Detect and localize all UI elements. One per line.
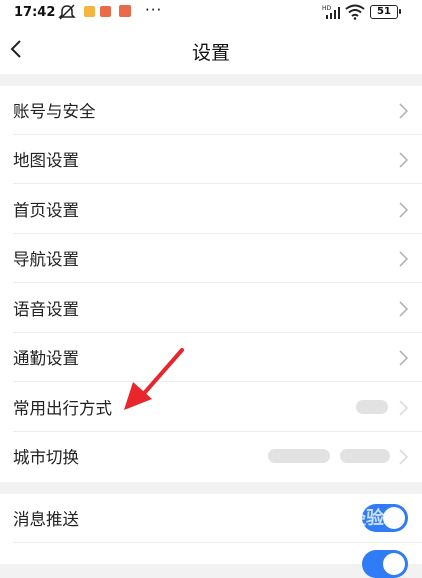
annotation-arrow [124, 348, 184, 410]
watermark: Baidu 经验 [284, 508, 385, 529]
toggle-knob [383, 553, 405, 575]
